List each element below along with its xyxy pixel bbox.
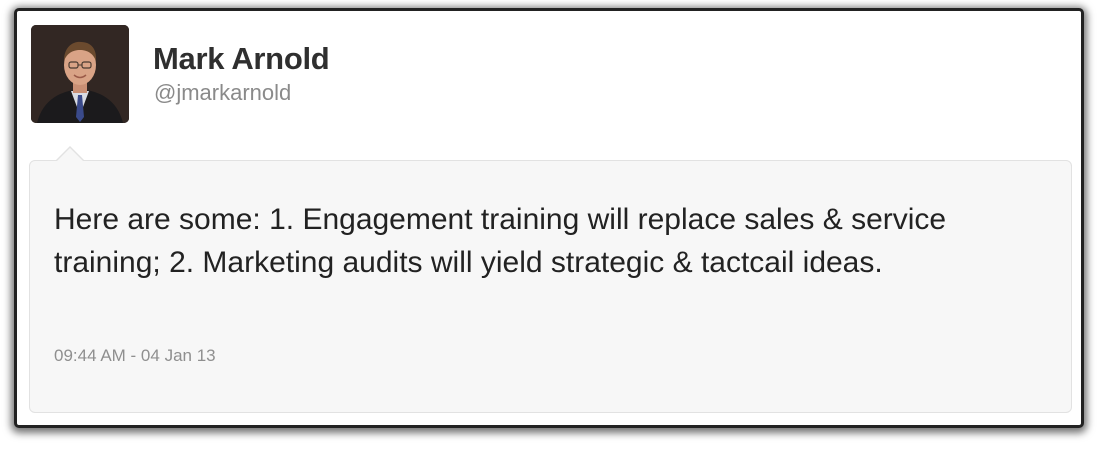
tweet-timestamp[interactable]: 09:44 AM - 04 Jan 13	[54, 346, 216, 366]
tweet-card: Mark Arnold @jmarkarnold Here are some: …	[14, 8, 1084, 428]
tweet-text: Here are some: 1. Engagement training wi…	[54, 203, 947, 279]
bubble-pointer-fill	[56, 148, 84, 162]
user-name[interactable]: Mark Arnold	[153, 41, 330, 77]
avatar-photo-icon	[31, 25, 129, 123]
user-handle[interactable]: @jmarkarnold	[154, 80, 291, 106]
avatar[interactable]	[31, 25, 129, 123]
tweet-bubble: Here are some: 1. Engagement training wi…	[29, 160, 1072, 413]
